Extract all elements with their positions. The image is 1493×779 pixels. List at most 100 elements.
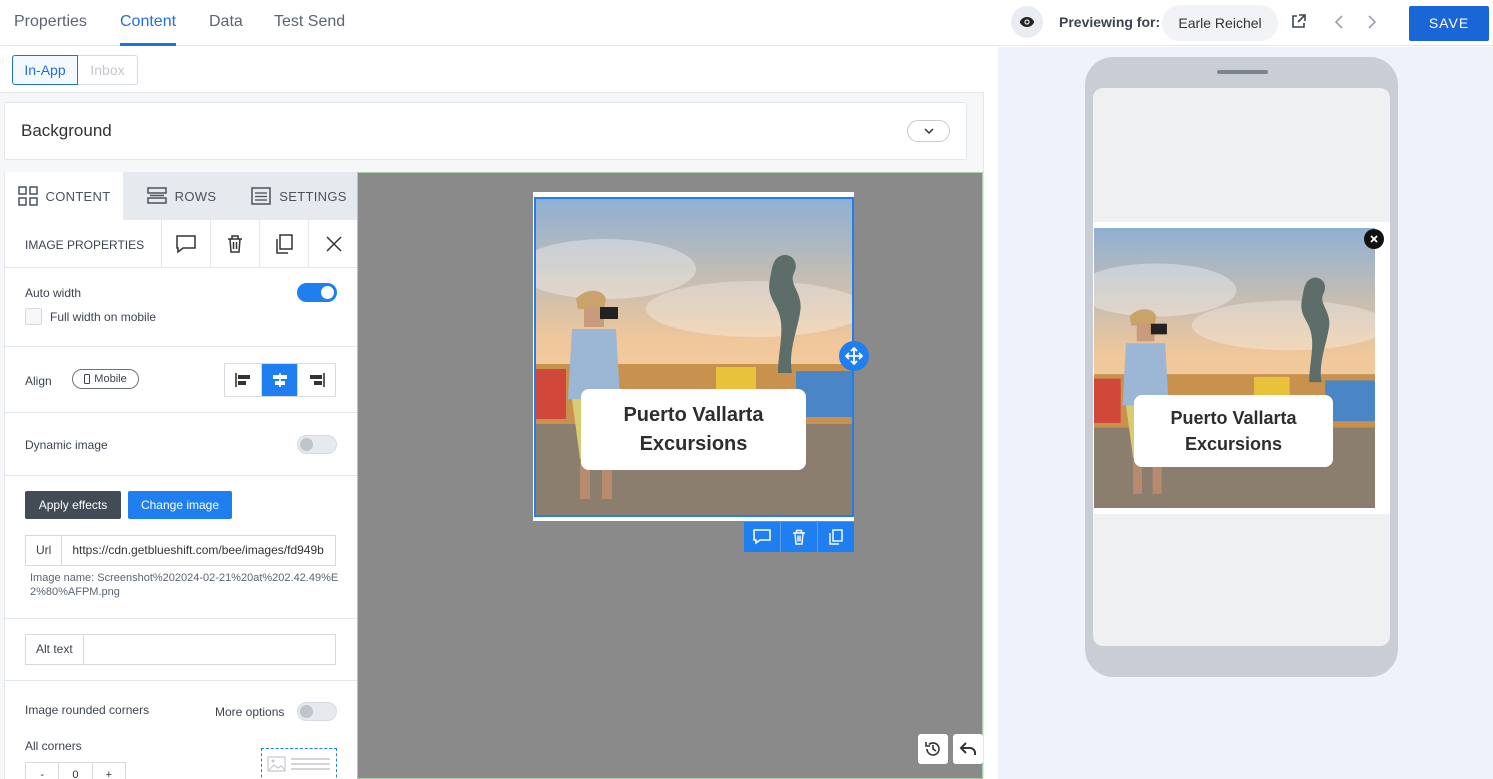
channel-tabs: In-App Inbox	[0, 47, 984, 93]
trash-icon	[228, 235, 242, 253]
mobile-phone-icon	[84, 374, 91, 384]
close-icon	[1370, 235, 1378, 243]
history-icon	[925, 742, 940, 756]
url-input[interactable]: https://cdn.getblueshift.com/bee/images/…	[62, 536, 335, 565]
dynamic-image-toggle[interactable]	[297, 435, 337, 454]
tab-data[interactable]: Data	[209, 0, 243, 46]
rounded-corners-label: Image rounded corners	[25, 703, 150, 717]
change-image-button[interactable]: Change image	[128, 491, 232, 519]
phone-screen: Puerto Vallarta Excursions	[1093, 88, 1390, 646]
dynamic-image-section: Dynamic image	[5, 413, 357, 476]
image-placeholder-icon	[267, 756, 330, 772]
more-options-label: More options	[215, 705, 285, 719]
background-section[interactable]: Background	[4, 102, 967, 160]
tab-content[interactable]: Content	[120, 0, 177, 46]
preview-toggle-button[interactable]	[1011, 6, 1043, 38]
image-duplicate-button[interactable]	[818, 522, 854, 552]
image-name-text: Image name: Screenshot%202024-02-21%20at…	[30, 572, 339, 598]
chevron-left-icon[interactable]	[1333, 14, 1345, 35]
move-handle[interactable]	[839, 341, 869, 371]
full-width-mobile-checkbox[interactable]	[25, 308, 42, 325]
corner-decrement-button[interactable]: -	[26, 763, 60, 779]
preview-caption-line-1: Puerto Vallarta	[1170, 408, 1297, 428]
phone-speaker	[1217, 70, 1268, 74]
comment-icon	[753, 529, 771, 545]
tab-test-send[interactable]: Test Send	[274, 0, 345, 46]
panel-tab-settings-label: SETTINGS	[279, 188, 347, 204]
corner-increment-button[interactable]: +	[93, 763, 125, 779]
all-corners-label: All corners	[25, 739, 82, 753]
align-center-button[interactable]	[261, 364, 299, 396]
auto-width-section: Auto width Full width on mobile	[5, 268, 357, 347]
panel-tab-rows[interactable]: ROWS	[123, 172, 240, 220]
preview-caption-card: Puerto Vallarta Excursions	[1134, 395, 1333, 467]
settings-list-icon	[251, 187, 272, 205]
undo-icon	[959, 742, 976, 755]
align-button-group	[224, 363, 336, 397]
comment-icon	[176, 235, 196, 254]
rounded-corners-section: Image rounded corners More options All c…	[5, 681, 357, 779]
chevron-right-icon[interactable]	[1366, 14, 1378, 35]
design-canvas[interactable]: Puerto Vallarta Excursions	[357, 172, 983, 779]
move-arrows-icon	[845, 347, 863, 365]
history-button[interactable]	[918, 734, 948, 764]
editor-area: In-App Inbox Background CONTENT ROWS SET…	[0, 47, 984, 779]
duplicate-icon	[829, 529, 843, 545]
corner-radius-value[interactable]: 0	[59, 763, 93, 779]
preview-caption-line-2: Excursions	[1184, 434, 1283, 454]
duplicate-button[interactable]	[259, 220, 308, 268]
duplicate-icon	[276, 234, 293, 254]
tab-inbox[interactable]: Inbox	[78, 55, 138, 85]
corner-radius-stepper: - 0 +	[25, 762, 126, 779]
previewing-for-label: Previewing for:	[1059, 14, 1161, 30]
in-app-message-preview: Puerto Vallarta Excursions	[1093, 222, 1390, 514]
properties-panel: CONTENT ROWS SETTINGS IMAGE PROPERTIES A…	[4, 172, 357, 779]
background-expand-button[interactable]	[907, 120, 950, 142]
image-toolbar	[744, 522, 854, 552]
tab-properties[interactable]: Properties	[14, 0, 87, 46]
align-left-icon	[235, 373, 250, 387]
trash-icon	[793, 529, 805, 545]
eye-icon	[1019, 17, 1035, 27]
url-label: Url	[26, 536, 63, 565]
mobile-label: Mobile	[94, 373, 127, 385]
panel-tab-rows-label: ROWS	[174, 188, 217, 204]
align-left-button[interactable]	[225, 364, 262, 396]
align-right-icon	[309, 373, 325, 387]
panel-tab-content[interactable]: CONTENT	[5, 172, 123, 220]
align-label: Align	[25, 374, 52, 388]
selected-image[interactable]: Puerto Vallarta Excursions	[534, 197, 854, 517]
phone-frame: Puerto Vallarta Excursions	[1085, 57, 1398, 677]
dynamic-image-label: Dynamic image	[25, 438, 108, 452]
url-field[interactable]: Url https://cdn.getblueshift.com/bee/ima…	[25, 535, 336, 566]
rows-icon	[146, 187, 167, 204]
close-button[interactable]	[308, 220, 357, 268]
preview-user-select[interactable]: Earle Reichel	[1162, 5, 1278, 41]
preview-pane: Puerto Vallarta Excursions	[998, 47, 1493, 779]
top-bar: Properties Content Data Test Send Previe…	[0, 0, 1493, 46]
alt-text-field[interactable]: Alt text	[25, 634, 336, 665]
undo-button[interactable]	[953, 734, 983, 764]
more-options-toggle[interactable]	[297, 702, 337, 721]
image-properties-title: IMAGE PROPERTIES	[25, 238, 145, 252]
panel-tabs: CONTENT ROWS SETTINGS	[5, 172, 357, 220]
external-link-icon[interactable]	[1291, 14, 1306, 34]
tab-in-app[interactable]: In-App	[12, 55, 78, 85]
delete-button[interactable]	[210, 220, 259, 268]
corner-preview	[261, 748, 337, 779]
align-right-button[interactable]	[298, 364, 335, 396]
alt-text-input[interactable]	[84, 635, 335, 664]
apply-effects-button[interactable]: Apply effects	[25, 491, 121, 519]
image-properties-header: IMAGE PROPERTIES	[5, 220, 357, 268]
image-delete-button[interactable]	[781, 522, 818, 552]
image-comment-button[interactable]	[744, 522, 781, 552]
background-title: Background	[21, 121, 112, 140]
panel-tab-settings[interactable]: SETTINGS	[240, 172, 357, 220]
caption-card: Puerto Vallarta Excursions	[581, 389, 806, 470]
grid-icon	[17, 186, 38, 206]
in-app-close-button[interactable]	[1364, 229, 1384, 249]
save-button[interactable]: SAVE	[1409, 6, 1489, 41]
auto-width-toggle[interactable]	[297, 283, 337, 302]
mobile-toggle-pill[interactable]: Mobile	[72, 369, 139, 389]
comment-button[interactable]	[161, 220, 210, 268]
